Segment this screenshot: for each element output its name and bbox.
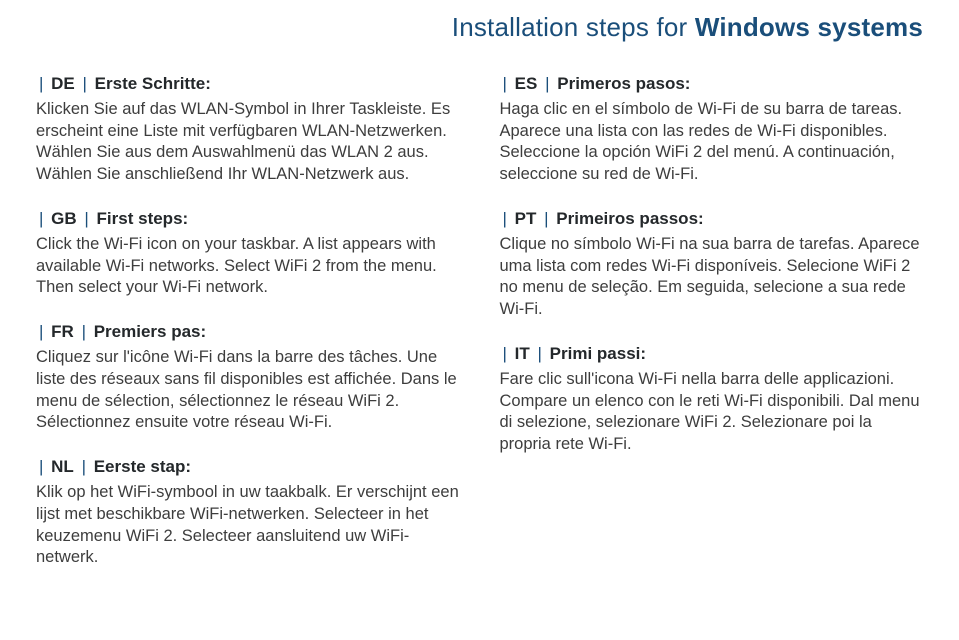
section-es: | ES | Primeros pasos: Haga clic en el s…	[500, 73, 924, 186]
heading-pt: | PT | Primeiros passos:	[500, 208, 924, 231]
body-it: Fare clic sull'icona Wi-Fi nella barra d…	[500, 369, 924, 456]
heading-it: | IT | Primi passi:	[500, 343, 924, 366]
heading-de: | DE | Erste Schritte:	[36, 73, 460, 96]
body-nl: Klik op het WiFi-symbool in uw taakbalk.…	[36, 482, 460, 569]
title-emphasis: Windows systems	[695, 12, 923, 42]
right-column: | ES | Primeros pasos: Haga clic en el s…	[500, 73, 924, 591]
section-fr: | FR | Premiers pas: Cliquez sur l'icône…	[36, 321, 460, 434]
title-prefix: Installation steps for	[452, 12, 695, 42]
section-it: | IT | Primi passi: Fare clic sull'icona…	[500, 343, 924, 456]
body-de: Klicken Sie auf das WLAN-Symbol in Ihrer…	[36, 99, 460, 186]
heading-nl: | NL | Eerste stap:	[36, 456, 460, 479]
section-de: | DE | Erste Schritte: Klicken Sie auf d…	[36, 73, 460, 186]
left-column: | DE | Erste Schritte: Klicken Sie auf d…	[36, 73, 460, 591]
section-gb: | GB | First steps: Click the Wi-Fi icon…	[36, 208, 460, 299]
content-columns: | DE | Erste Schritte: Klicken Sie auf d…	[36, 73, 923, 591]
section-pt: | PT | Primeiros passos: Clique no símbo…	[500, 208, 924, 321]
page-title: Installation steps for Windows systems	[36, 12, 923, 43]
body-pt: Clique no símbolo Wi-Fi na sua barra de …	[500, 234, 924, 321]
heading-fr: | FR | Premiers pas:	[36, 321, 460, 344]
section-nl: | NL | Eerste stap: Klik op het WiFi-sym…	[36, 456, 460, 569]
body-fr: Cliquez sur l'icône Wi-Fi dans la barre …	[36, 347, 460, 434]
heading-es: | ES | Primeros pasos:	[500, 73, 924, 96]
heading-gb: | GB | First steps:	[36, 208, 460, 231]
body-es: Haga clic en el símbolo de Wi-Fi de su b…	[500, 99, 924, 186]
body-gb: Click the Wi-Fi icon on your taskbar. A …	[36, 234, 460, 299]
